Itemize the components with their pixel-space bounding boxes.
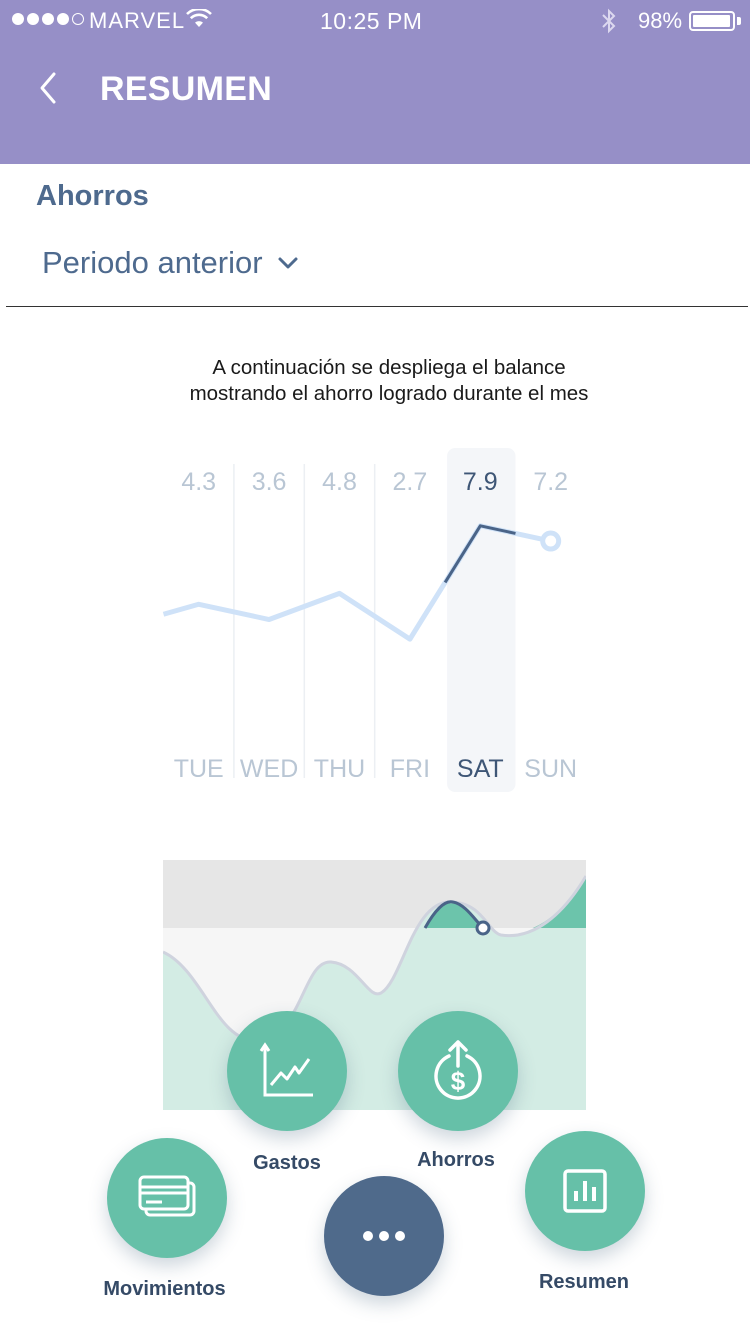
area-chart-band [163, 860, 586, 928]
day-label: THU [314, 755, 365, 783]
battery-percent: 98% [638, 8, 683, 33]
chart-description: A continuación se despliega el balance m… [0, 355, 750, 407]
day-label: WED [240, 755, 298, 783]
day-label: FRI [390, 755, 430, 783]
signal-icon [12, 13, 84, 25]
divider [6, 306, 748, 307]
back-chevron-icon[interactable] [36, 70, 66, 106]
bar-chart-icon [563, 1169, 607, 1213]
more-icon [363, 1231, 405, 1241]
resumen-button[interactable] [525, 1131, 645, 1251]
value-label: 3.6 [252, 468, 287, 496]
day-label: SUN [524, 755, 577, 783]
ahorros-button[interactable]: $ [398, 1011, 518, 1131]
dollar-coin-icon: $ [434, 1040, 482, 1100]
status-time: 10:25 PM [320, 8, 423, 34]
value-label: 4.3 [181, 468, 216, 496]
weekly-savings-chart: 4.3 TUE 3.6 WED 4.8 THU 2.7 FRI 7.9 SAT 7.2 SUN [162, 448, 577, 792]
gastos-label: Gastos [253, 1152, 321, 1174]
page-title: RESUMEN [100, 70, 273, 108]
period-selector-label: Periodo anterior [42, 245, 263, 280]
resumen-label: Resumen [538, 1271, 630, 1293]
description-line-1: A continuación se despliega el balance [212, 356, 566, 379]
chevron-down-icon [278, 257, 298, 269]
value-label: 7.9 [463, 468, 498, 496]
day-label: SAT [457, 755, 504, 783]
highlight-column [447, 448, 516, 792]
movimientos-button[interactable] [107, 1138, 227, 1258]
value-label: 7.2 [533, 468, 568, 496]
day-label: TUE [174, 755, 224, 783]
chart-line-icon [259, 1042, 313, 1097]
bluetooth-icon [602, 8, 616, 34]
value-label: 2.7 [393, 468, 428, 496]
description-line-2: mostrando el ahorro logrado durante el m… [189, 382, 589, 405]
header-bar: MARVEL 10:25 PM 98% RESUMEN [0, 0, 750, 164]
ahorros-label: Ahorros [417, 1149, 495, 1171]
series-end-point [540, 530, 562, 552]
status-bar: MARVEL 10:25 PM 98% [0, 0, 750, 40]
value-label: 4.8 [322, 468, 357, 496]
battery-icon [689, 11, 735, 31]
wifi-icon [186, 9, 212, 27]
section-title: Ahorros [36, 180, 149, 212]
movimientos-label: Movimientos [103, 1278, 226, 1300]
area-chart-point [475, 920, 491, 936]
svg-text:$: $ [451, 1066, 466, 1096]
cards-icon [138, 1175, 196, 1217]
carrier-name: MARVEL [89, 8, 186, 33]
battery-tip [737, 17, 741, 25]
gastos-button[interactable] [227, 1011, 347, 1131]
more-button[interactable] [324, 1176, 444, 1296]
period-selector[interactable]: Periodo anterior [42, 245, 299, 281]
